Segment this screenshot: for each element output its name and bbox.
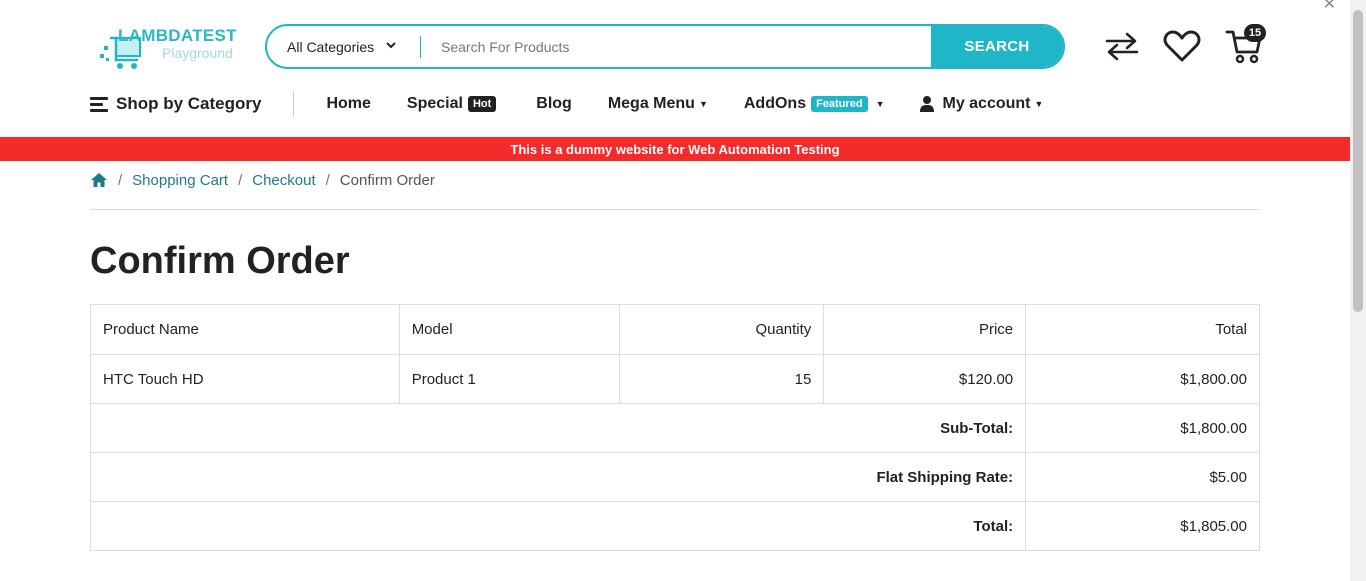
nav-divider (293, 91, 295, 117)
nav-item-label: Special (406, 95, 463, 112)
breadcrumb-shopping-cart[interactable]: Shopping Cart (132, 172, 228, 189)
shipping-row: Flat Shipping Rate: $5.00 (89, 452, 1260, 502)
breadcrumb-home[interactable] (90, 172, 108, 188)
product-name-cell: HTC Touch HD (90, 354, 400, 404)
nav-item-my-account[interactable]: My account ▼ (920, 95, 1043, 113)
menu-icon (90, 97, 108, 112)
notice-banner: This is a dummy website for Web Automati… (0, 137, 1350, 161)
nav-item-mega-menu[interactable]: Mega Menu ▼ (608, 95, 708, 113)
column-header: Total (1025, 304, 1260, 355)
total-label: Total: (89, 501, 1027, 551)
user-icon (920, 96, 935, 112)
shop-by-category-label: Shop by Category (116, 94, 262, 113)
shipping-label: Flat Shipping Rate: (89, 452, 1027, 502)
price-cell: $120.00 (823, 354, 1027, 404)
column-header: Model (398, 304, 621, 355)
search-button[interactable]: SEARCH (931, 26, 1063, 67)
model-cell: Product 1 (398, 354, 621, 404)
logo-sub: Playground (162, 45, 233, 61)
close-icon[interactable]: ✕ (1323, 0, 1336, 14)
compare-button[interactable] (1102, 28, 1142, 64)
order-table: Product Name Model Quantity Price Total … (89, 304, 1260, 551)
nav-item-label: My account (942, 95, 1031, 112)
main-nav: Shop by Category Home Special Hot Blog M… (90, 88, 1043, 120)
breadcrumb-separator: / (325, 172, 330, 189)
shipping-value: $5.00 (1025, 452, 1260, 502)
nav-item-label: Blog (536, 95, 572, 112)
total-cell: $1,800.00 (1025, 354, 1260, 404)
column-header: Quantity (619, 304, 825, 355)
cart-count-badge: 15 (1244, 24, 1266, 42)
quantity-cell: 15 (619, 354, 825, 404)
page-title: Confirm Order (90, 240, 350, 282)
nav-item-addons[interactable]: AddOns Featured ▼ (743, 95, 885, 113)
scrollbar[interactable] (1350, 0, 1366, 581)
compare-icon (1105, 32, 1139, 61)
nav-item-label: Home (326, 95, 371, 112)
cart-button[interactable]: 15 (1224, 24, 1266, 64)
caret-down-icon: ▼ (875, 99, 885, 109)
home-icon (91, 173, 107, 187)
breadcrumb-separator: / (238, 172, 243, 189)
heart-icon (1163, 30, 1201, 62)
total-value: $1,805.00 (1025, 501, 1260, 551)
scrollbar-thumb[interactable] (1353, 10, 1363, 312)
chevron-down-icon (386, 41, 396, 52)
breadcrumb-current: Confirm Order (339, 172, 435, 189)
column-header: Product Name (90, 304, 400, 355)
category-select-value: All Categories (287, 38, 375, 55)
logo[interactable]: LAMBDATEST Playground (100, 24, 250, 72)
wishlist-button[interactable] (1162, 28, 1202, 64)
nav-item-special[interactable]: Special Hot (406, 95, 497, 113)
breadcrumb: / Shopping Cart / Checkout / Confirm Ord… (90, 172, 1260, 210)
table-header-row: Product Name Model Quantity Price Total (90, 304, 1260, 355)
subtotal-label: Sub-Total: (89, 403, 1027, 453)
hot-badge: Hot (467, 96, 497, 112)
search-input[interactable] (427, 26, 927, 67)
subtotal-value: $1,800.00 (1025, 403, 1260, 453)
nav-item-blog[interactable]: Blog (536, 95, 572, 113)
caret-down-icon: ▼ (1034, 99, 1044, 109)
total-row: Total: $1,805.00 (89, 501, 1260, 551)
nav-item-label: AddOns (743, 95, 807, 112)
breadcrumb-separator: / (118, 172, 123, 189)
column-header: Price (823, 304, 1027, 355)
search-bar: All Categories SEARCH (265, 24, 1065, 69)
category-select[interactable]: All Categories (267, 26, 419, 67)
featured-badge: Featured (811, 96, 868, 112)
shop-by-category-button[interactable]: Shop by Category (90, 94, 261, 114)
nav-item-label: Mega Menu (607, 95, 695, 112)
breadcrumb-checkout[interactable]: Checkout (252, 172, 315, 189)
subtotal-row: Sub-Total: $1,800.00 (89, 403, 1260, 453)
logo-brand: LAMBDATEST (118, 26, 237, 45)
table-row: HTC Touch HD Product 1 15 $120.00 $1,800… (90, 354, 1260, 404)
nav-item-home[interactable]: Home (326, 95, 370, 113)
search-divider (420, 36, 421, 58)
caret-down-icon: ▼ (698, 99, 708, 109)
